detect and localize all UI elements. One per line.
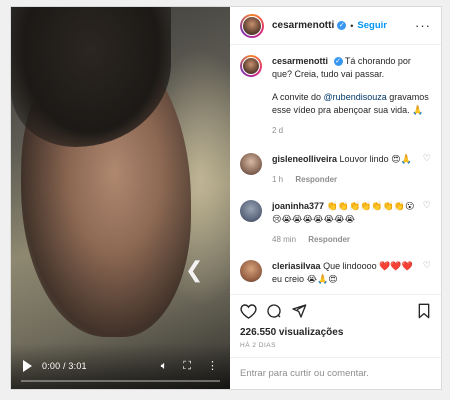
comment-username[interactable]: gisleneolliveira [272,154,337,164]
caption-age: 2 d [272,126,284,135]
volume-icon[interactable]: 🔈︎ [161,360,168,372]
follow-button[interactable]: Seguir [357,20,387,31]
like-comment-icon[interactable]: ♡ [417,153,431,186]
mention-link[interactable]: @rubendisouza [324,92,387,102]
video-player[interactable]: ❮ 0:00 / 3:01 🔈︎ ⛶ ⋮ [11,7,230,389]
avatar[interactable] [240,260,262,282]
comment-text: Louvor lindo 😍🙏 [339,154,412,164]
post-age: HÁ 2 DIAS [240,342,276,349]
comment-username[interactable]: cleriasilvaa [272,261,321,271]
post-header: cesarmenotti ✓ • Seguir ··· [230,7,441,45]
comment-item: cleriasilvaa Que lindoooo ❤️❤️❤️ eu crei… [240,260,431,286]
next-chevron-icon[interactable]: ❮ [185,259,203,281]
verified-icon: ✓ [337,21,347,30]
post-sidebar: cesarmenotti ✓ • Seguir ··· cesarmenotti… [230,7,441,389]
instagram-post: ❮ 0:00 / 3:01 🔈︎ ⛶ ⋮ cesarmenotti ✓ • Se… [10,6,442,390]
play-icon[interactable] [23,360,32,372]
comments-list: cesarmenotti ✓ Tá chorando por que? Crei… [230,45,441,294]
comment-icon[interactable] [266,303,282,321]
video-progress-bar[interactable] [21,380,220,382]
reply-button[interactable]: Responder [295,175,337,184]
share-icon[interactable] [291,303,307,321]
avatar[interactable] [240,153,262,175]
more-options-icon[interactable]: ··· [415,18,431,33]
comment-age: 48 min [272,235,297,244]
separator-dot: • [350,20,354,31]
header-username[interactable]: cesarmenotti [272,20,334,31]
comment-item: gisleneolliveira Louvor lindo 😍🙏 1 h Res… [240,153,431,186]
like-comment-icon[interactable]: ♡ [417,260,431,286]
like-icon[interactable] [240,303,257,321]
views-count[interactable]: 226.550 visualizações [240,327,431,338]
avatar[interactable] [240,200,262,222]
fullscreen-icon[interactable]: ⛶ [183,360,191,372]
avatar[interactable] [240,55,262,77]
save-icon[interactable] [417,303,431,321]
caption: cesarmenotti ✓ Tá chorando por que? Crei… [240,55,431,137]
video-controls: 0:00 / 3:01 🔈︎ ⛶ ⋮ [11,343,230,389]
caption-username[interactable]: cesarmenotti [272,56,328,66]
caption-line2: A convite do @rubendisouza gravamos esse… [272,92,429,115]
post-actions: 226.550 visualizações HÁ 2 DIAS [230,294,441,349]
reply-button[interactable]: Responder [308,235,350,244]
comment-age: 1 h [272,175,284,184]
video-time: 0:00 / 3:01 [42,361,87,371]
avatar[interactable] [240,13,264,38]
verified-icon: ✓ [333,57,343,67]
more-options-icon[interactable]: ⋮ [207,360,218,372]
like-comment-icon[interactable]: ♡ [417,200,431,246]
add-comment-field[interactable]: Entrar para curtir ou comentar. [230,357,441,389]
comment-username[interactable]: joaninha377 [272,201,324,211]
add-comment-placeholder[interactable]: Entrar para curtir ou comentar. [240,368,369,379]
comment-item: joaninha377 👏👏👏👏👏👏👏😮😢😭😭😭😭😭😭😭 48 min Resp… [240,200,431,246]
